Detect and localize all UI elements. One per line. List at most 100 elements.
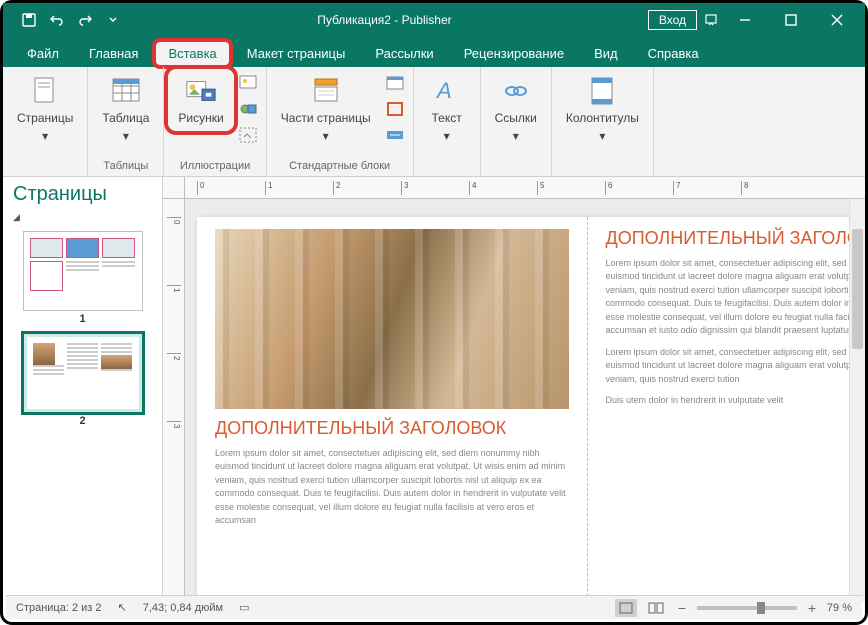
text-button[interactable]: A Текст ▾ — [420, 71, 474, 147]
view-spread-button[interactable] — [645, 599, 667, 617]
undo-icon[interactable] — [49, 12, 65, 28]
borders-button[interactable] — [383, 97, 407, 121]
status-page[interactable]: Страница: 2 из 2 — [16, 602, 102, 614]
zoom-in-button[interactable]: + — [805, 600, 819, 616]
titlebar: Публикация2 - Publisher Вход — [3, 3, 865, 37]
workspace: Страницы ◢ 1 2 0 1 2 3 4 5 — [3, 177, 865, 602]
tab-insert[interactable]: Вставка — [154, 40, 230, 67]
body-text-3[interactable]: Lorem ipsum dolor sit amet, consectetuer… — [606, 346, 866, 387]
page-column-1: ДОПОЛНИТЕЛЬНЫЙ ЗАГОЛОВОК Lorem ipsum dol… — [197, 217, 588, 602]
page-number-1: 1 — [13, 313, 152, 325]
ribbon-group-links: Ссылки ▾ — [481, 67, 552, 176]
qat-customize-icon[interactable] — [105, 12, 121, 28]
picture-icon — [185, 75, 217, 107]
links-button[interactable]: Ссылки ▾ — [487, 71, 545, 147]
tab-home[interactable]: Главная — [75, 40, 152, 67]
pages-panel: Страницы ◢ 1 2 — [3, 177, 163, 602]
picture-placeholder-button[interactable] — [236, 123, 260, 147]
ribbon: Страницы ▾ Таблица ▾ Таблицы Рисунки — [3, 67, 865, 177]
calendars-button[interactable] — [383, 71, 407, 95]
ruler-vertical: 0 1 2 3 — [163, 199, 185, 602]
close-button[interactable] — [817, 5, 857, 35]
document-page[interactable]: ДОПОЛНИТЕЛЬНЫЙ ЗАГОЛОВОК Lorem ipsum dol… — [197, 217, 865, 602]
page-parts-label: Части страницы — [281, 111, 371, 125]
zoom-slider[interactable] — [697, 606, 797, 610]
table-label: Таблица — [102, 111, 149, 125]
heading-1[interactable]: ДОПОЛНИТЕЛЬНЫЙ ЗАГОЛОВОК — [215, 419, 569, 439]
blocks-group-label: Стандартные блоки — [273, 158, 407, 172]
object-size-icon: ▭ — [239, 601, 249, 614]
tab-view[interactable]: Вид — [580, 40, 632, 67]
pages-panel-title: Страницы — [13, 183, 152, 206]
minimize-button[interactable] — [725, 5, 765, 35]
ribbon-group-tables: Таблица ▾ Таблицы — [88, 67, 164, 176]
shapes-button[interactable] — [236, 97, 260, 121]
chevron-down-icon: ▾ — [42, 129, 48, 143]
page-parts-button[interactable]: Части страницы ▾ — [273, 71, 379, 147]
ribbon-group-pages: Страницы ▾ — [3, 67, 88, 176]
table-button[interactable]: Таблица ▾ — [94, 71, 157, 147]
page-column-2: ДОПОЛНИТЕЛЬНЫЙ ЗАГОЛОВОК Lorem ipsum dol… — [588, 217, 866, 602]
save-icon[interactable] — [21, 12, 37, 28]
window-title: Публикация2 - Publisher — [121, 13, 648, 27]
ruler-horizontal: 0 1 2 3 4 5 6 7 8 — [185, 177, 865, 199]
ribbon-group-headerfooter: Колонтитулы ▾ — [552, 67, 654, 176]
chevron-down-icon: ▾ — [323, 129, 329, 143]
tab-pagelayout[interactable]: Макет страницы — [233, 40, 360, 67]
chevron-down-icon: ▾ — [123, 129, 129, 143]
ribbon-group-illustrations: Рисунки Иллюстрации — [164, 67, 266, 176]
headerfooter-label: Колонтитулы — [566, 111, 639, 125]
canvas-area[interactable]: 0 1 2 3 4 5 6 7 8 0 1 2 3 ДОПОЛНИТЕЛЬНЫЙ… — [163, 177, 865, 602]
chevron-down-icon: ▾ — [599, 129, 605, 143]
page-icon — [29, 75, 61, 107]
statusbar: Страница: 2 из 2 ↖ 7,43; 0,84 дюйм ▭ − +… — [6, 595, 862, 619]
tab-mailings[interactable]: Рассылки — [361, 40, 447, 67]
tables-group-label: Таблицы — [94, 158, 157, 172]
online-pictures-button[interactable] — [236, 71, 260, 95]
page-thumbnail-1[interactable] — [23, 231, 143, 311]
body-text-2[interactable]: Lorem ipsum dolor sit amet, consectetuer… — [606, 257, 866, 338]
quick-access-toolbar — [3, 12, 121, 28]
pointer-icon: ↖ — [118, 601, 127, 614]
ruler-corner — [163, 177, 185, 199]
headerfooter-button[interactable]: Колонтитулы ▾ — [558, 71, 647, 147]
ribbon-tabs: Файл Главная Вставка Макет страницы Расс… — [3, 37, 865, 67]
advertisements-button[interactable] — [383, 123, 407, 147]
body-text-1[interactable]: Lorem ipsum dolor sit amet, consectetuer… — [215, 447, 569, 528]
pictures-label: Рисунки — [178, 111, 223, 125]
tab-review[interactable]: Рецензирование — [450, 40, 578, 67]
placeholder-image[interactable] — [215, 229, 569, 409]
zoom-level[interactable]: 79 % — [827, 602, 852, 614]
links-label: Ссылки — [495, 111, 537, 125]
illustrations-group-label: Иллюстрации — [170, 158, 259, 172]
page-number-2: 2 — [13, 415, 152, 427]
page-parts-icon — [310, 75, 342, 107]
page-thumbnail-2[interactable] — [23, 333, 143, 413]
tab-help[interactable]: Справка — [634, 40, 713, 67]
chevron-down-icon: ▾ — [444, 129, 450, 143]
collapse-icon[interactable]: ◢ — [13, 212, 152, 223]
heading-2[interactable]: ДОПОЛНИТЕЛЬНЫЙ ЗАГОЛОВОК — [606, 229, 866, 249]
scrollbar-vertical[interactable] — [849, 199, 865, 602]
headerfooter-icon — [586, 75, 618, 107]
chevron-down-icon: ▾ — [513, 129, 519, 143]
body-text-4[interactable]: Duis utem dolor in hendrerit in vulputat… — [606, 394, 866, 408]
ribbon-group-blocks: Части страницы ▾ Стандартные блоки — [267, 67, 414, 176]
svg-text:A: A — [435, 78, 452, 103]
ribbon-options-icon[interactable] — [703, 12, 719, 28]
redo-icon[interactable] — [77, 12, 93, 28]
login-button[interactable]: Вход — [648, 10, 697, 30]
ribbon-group-text: A Текст ▾ — [414, 67, 481, 176]
table-icon — [110, 75, 142, 107]
text-label: Текст — [431, 111, 461, 125]
pages-label: Страницы — [17, 111, 73, 125]
zoom-out-button[interactable]: − — [675, 600, 689, 616]
maximize-button[interactable] — [771, 5, 811, 35]
status-coords: 7,43; 0,84 дюйм — [143, 602, 223, 614]
pictures-button[interactable]: Рисунки — [170, 71, 231, 129]
view-single-button[interactable] — [615, 599, 637, 617]
link-icon — [500, 75, 532, 107]
tab-file[interactable]: Файл — [13, 40, 73, 67]
pages-button[interactable]: Страницы ▾ — [9, 71, 81, 147]
text-icon: A — [431, 75, 463, 107]
